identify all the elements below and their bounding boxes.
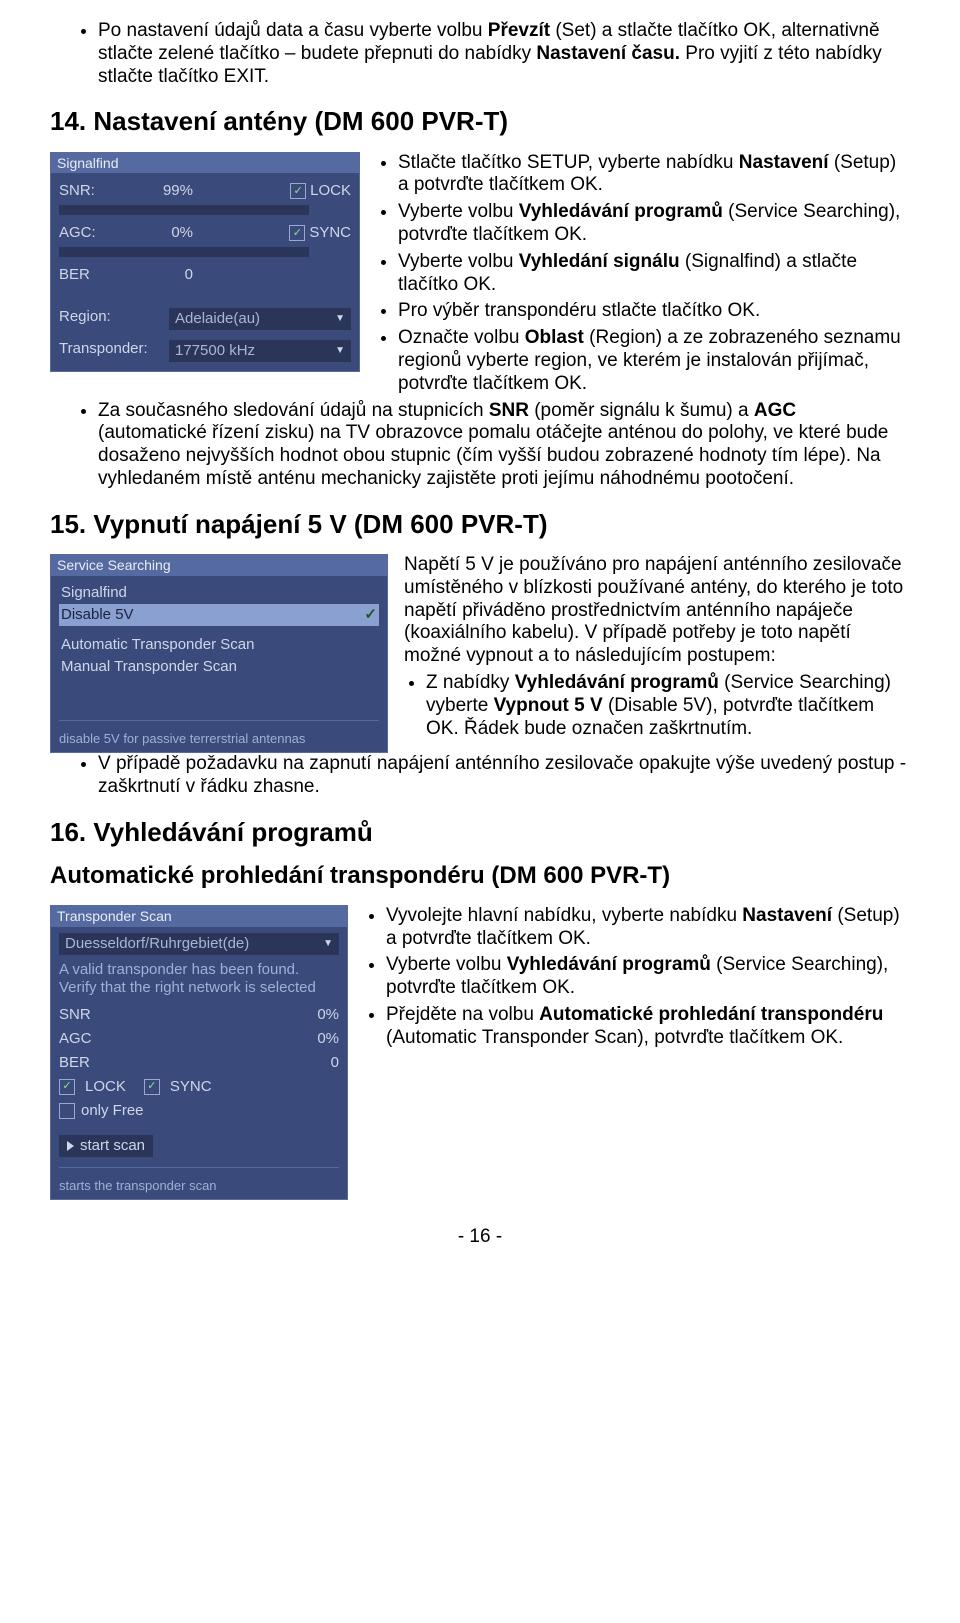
transponder-scan-title: Transponder Scan <box>51 906 347 927</box>
ber-label: BER <box>59 266 137 284</box>
service-searching-hint: disable 5V for passive terrerstrial ante… <box>59 720 379 747</box>
list-item: V případě požadavku na zapnutí napájení … <box>98 753 910 799</box>
heading-15: 15. Vypnutí napájení 5 V (DM 600 PVR-T) <box>50 509 910 540</box>
onlyfree-label: only Free <box>81 1102 144 1120</box>
list-item: Vyberte volbu Vyhledání signálu (Signalf… <box>398 251 910 297</box>
list-item: Označte volbu Oblast (Region) a ze zobra… <box>398 327 910 395</box>
list-item: Stlačte tlačítko SETUP, vyberte nabídku … <box>398 152 910 198</box>
scan-message: A valid transponder has been found. Veri… <box>59 955 339 1003</box>
sync-label: SYNC <box>170 1078 212 1096</box>
list-item: Pro výběr transpondéru stlačte tlačítko … <box>398 300 910 323</box>
play-icon <box>67 1141 74 1151</box>
sync-check-icon: ✓ <box>289 225 305 241</box>
section15-full-bullets: V případě požadavku na zapnutí napájení … <box>50 753 910 799</box>
section14-full-bullets: Za současného sledování údajů na stupnic… <box>50 400 910 491</box>
agc-value: 0% <box>137 224 199 242</box>
transponder-dropdown[interactable]: 177500 kHz ▼ <box>169 340 351 362</box>
ber-value: 0 <box>331 1054 339 1072</box>
agc-bar <box>59 247 309 257</box>
intro-bullets: Po nastavení údajů data a času vyberte v… <box>50 20 910 88</box>
chevron-down-icon: ▼ <box>335 313 345 325</box>
list-item: Vyberte volbu Vyhledávání programů (Serv… <box>398 201 910 247</box>
region-label: Region: <box>59 308 169 326</box>
section15-intro-text: Napětí 5 V je používáno pro napájení ant… <box>404 554 910 668</box>
section16-side-bullets: Vyvolejte hlavní nabídku, vyberte nabídk… <box>364 905 910 1050</box>
sync-label: SYNC <box>309 224 351 242</box>
scan-region-value: Duesseldorf/Ruhrgebiet(de) <box>65 935 249 953</box>
sync-check-icon: ✓ <box>144 1079 160 1095</box>
menu-item-disable5v[interactable]: Disable 5V ✓ <box>59 604 379 626</box>
list-item: Vyberte volbu Vyhledávání programů (Serv… <box>386 954 910 1000</box>
lock-label: LOCK <box>85 1078 126 1096</box>
transponder-value: 177500 kHz <box>175 342 255 360</box>
heading-16: 16. Vyhledávání programů <box>50 817 910 848</box>
ber-value: 0 <box>137 266 199 284</box>
snr-value: 0% <box>317 1006 339 1024</box>
snr-bar <box>59 205 309 215</box>
agc-label: AGC: <box>59 224 137 242</box>
transponder-scan-hint: starts the transponder scan <box>59 1167 339 1194</box>
agc-label: AGC <box>59 1030 109 1048</box>
check-icon: ✓ <box>364 606 377 624</box>
section15-sub-bullets: Z nabídky Vyhledávání programů (Service … <box>404 672 910 740</box>
agc-value: 0% <box>317 1030 339 1048</box>
transponder-label: Transponder: <box>59 340 169 358</box>
region-value: Adelaide(au) <box>175 310 260 328</box>
signalfind-title: Signalfind <box>51 153 359 174</box>
start-scan-label: start scan <box>80 1137 145 1155</box>
start-scan-button[interactable]: start scan <box>59 1135 153 1157</box>
screenshot-service-searching: Service Searching Signalfind Disable 5V … <box>50 554 388 753</box>
list-item: Vyvolejte hlavní nabídku, vyberte nabídk… <box>386 905 910 951</box>
heading-14: 14. Nastavení antény (DM 600 PVR-T) <box>50 106 910 137</box>
screenshot-signalfind: Signalfind SNR: 99% ✓LOCK AGC: 0% ✓SYNC … <box>50 152 360 373</box>
ber-label: BER <box>59 1054 109 1072</box>
intro-bullet: Po nastavení údajů data a času vyberte v… <box>98 20 910 88</box>
list-item: Přejděte na volbu Automatické prohledání… <box>386 1004 910 1050</box>
section14-side-bullets: Stlačte tlačítko SETUP, vyberte nabídku … <box>376 152 910 396</box>
chevron-down-icon: ▼ <box>323 938 333 950</box>
onlyfree-check-icon[interactable] <box>59 1103 75 1119</box>
page-number: - 16 - <box>50 1226 910 1249</box>
heading-16-sub: Automatické prohledání transpondéru (DM … <box>50 862 910 891</box>
region-dropdown[interactable]: Adelaide(au) ▼ <box>169 308 351 330</box>
chevron-down-icon: ▼ <box>335 345 345 357</box>
menu-item-manual-scan[interactable]: Manual Transponder Scan <box>59 656 379 678</box>
lock-label: LOCK <box>310 182 351 200</box>
menu-item-signalfind[interactable]: Signalfind <box>59 582 379 604</box>
lock-check-icon: ✓ <box>290 183 306 199</box>
service-searching-title: Service Searching <box>51 555 387 576</box>
list-item: Za současného sledování údajů na stupnic… <box>98 400 910 491</box>
scan-region-dropdown[interactable]: Duesseldorf/Ruhrgebiet(de) ▼ <box>59 933 339 955</box>
snr-value: 99% <box>137 182 199 200</box>
lock-check-icon: ✓ <box>59 1079 75 1095</box>
screenshot-transponder-scan: Transponder Scan Duesseldorf/Ruhrgebiet(… <box>50 905 348 1200</box>
menu-item-auto-scan[interactable]: Automatic Transponder Scan <box>59 634 379 656</box>
snr-label: SNR <box>59 1006 109 1024</box>
snr-label: SNR: <box>59 182 137 200</box>
list-item: Z nabídky Vyhledávání programů (Service … <box>426 672 910 740</box>
